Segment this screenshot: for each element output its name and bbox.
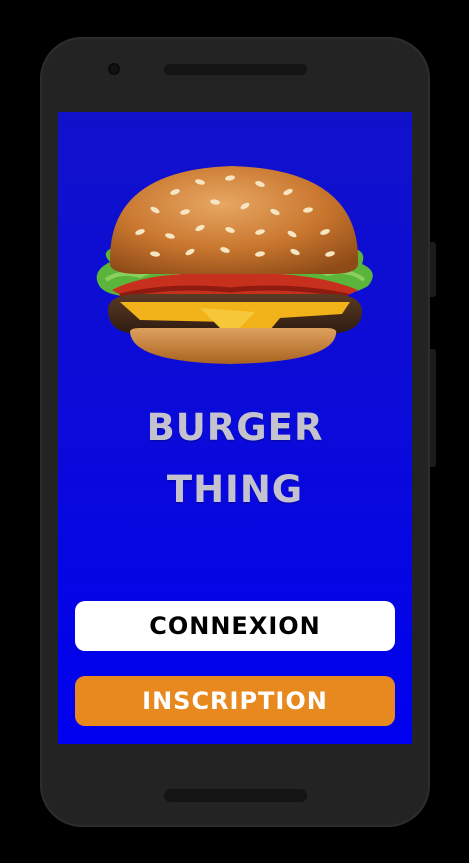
burger-image [96,166,373,364]
phone-frame: BURGER THING CONNEXION INSCRIPTION [40,37,436,827]
app-screen: BURGER THING CONNEXION INSCRIPTION [58,112,412,744]
earpiece-speaker [164,64,307,75]
app-title-line2: THING [166,468,304,511]
volume-button [430,349,436,467]
front-camera-icon [108,63,120,75]
signup-button[interactable]: INSCRIPTION [75,676,395,726]
login-button[interactable]: CONNEXION [75,601,395,651]
app-title-line1: BURGER [146,406,324,449]
power-button [430,242,436,297]
bottom-speaker [164,789,307,802]
